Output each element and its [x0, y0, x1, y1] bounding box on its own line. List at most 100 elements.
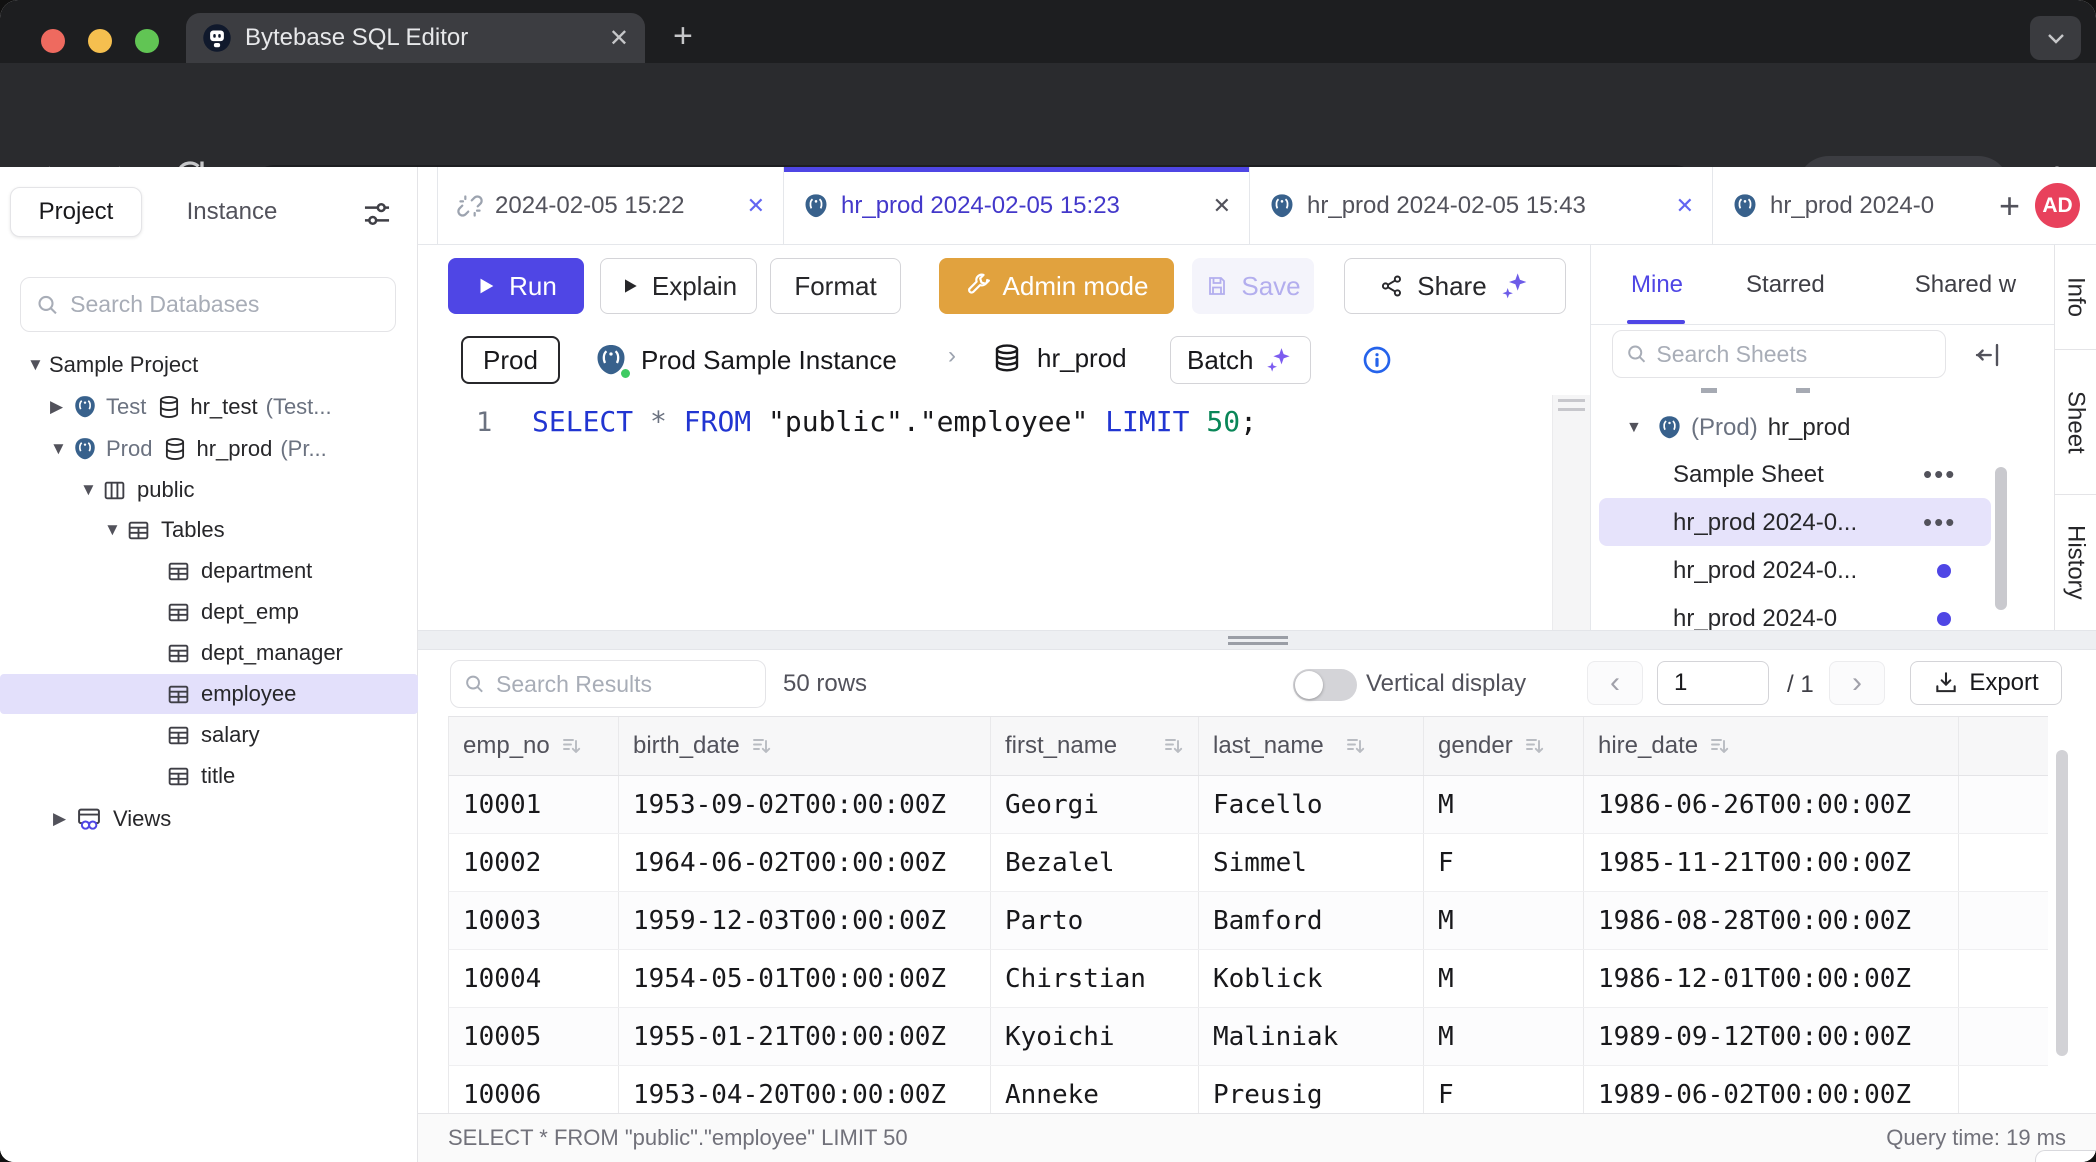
sheet-item-sample[interactable]: Sample Sheet •••: [1591, 452, 2011, 497]
cell-gender[interactable]: M: [1424, 776, 1584, 833]
column-header[interactable]: gender: [1424, 717, 1584, 775]
cell-first-name[interactable]: Chirstian: [991, 950, 1199, 1007]
sort-icon[interactable]: [1162, 734, 1186, 758]
caret-right-icon[interactable]: ▶: [53, 809, 75, 829]
table-row[interactable]: 10002 1964-06-02T00:00:00Z Bezalel Simme…: [448, 834, 2048, 892]
strip-tab-info[interactable]: Info: [2055, 245, 2096, 350]
strip-tab-history[interactable]: History: [2055, 495, 2096, 629]
sort-icon[interactable]: [560, 734, 584, 758]
cell-hire-date[interactable]: 1986-12-01T00:00:00Z: [1584, 950, 1959, 1007]
results-search[interactable]: [450, 660, 766, 708]
collapse-panel-icon[interactable]: [1972, 340, 2002, 370]
cell-emp-no[interactable]: 10003: [449, 892, 619, 949]
add-sheet-button[interactable]: +: [1999, 188, 2020, 224]
sheet-search[interactable]: [1612, 330, 1946, 378]
sheet-tab-2-active[interactable]: hr_prod 2024-02-05 15:23 ✕: [784, 167, 1250, 244]
sort-icon[interactable]: [1708, 734, 1732, 758]
sort-icon[interactable]: [1523, 734, 1547, 758]
sql-code-editor[interactable]: 1 SELECT * FROM "public"."employee" LIMI…: [418, 395, 1590, 630]
cell-last-name[interactable]: Simmel: [1199, 834, 1424, 891]
table-row[interactable]: 10003 1959-12-03T00:00:00Z Parto Bamford…: [448, 892, 2048, 950]
caret-down-icon[interactable]: ▼: [27, 355, 49, 375]
tree-item-prod-db[interactable]: ▼ Prod hr_prod (Pr...: [0, 429, 418, 469]
table-row[interactable]: 10005 1955-01-21T00:00:00Z Kyoichi Malin…: [448, 1008, 2048, 1066]
cell-last-name[interactable]: Facello: [1199, 776, 1424, 833]
cell-emp-no[interactable]: 10002: [449, 834, 619, 891]
cell-birth-date[interactable]: 1959-12-03T00:00:00Z: [619, 892, 991, 949]
sidebar-tab-project[interactable]: Project: [10, 187, 142, 237]
cell-last-name[interactable]: Bamford: [1199, 892, 1424, 949]
column-header[interactable]: last_name: [1199, 717, 1424, 775]
sheet-item-4-partial[interactable]: hr_prod 2024-0: [1591, 596, 2011, 630]
caret-down-icon[interactable]: ▼: [1626, 419, 1656, 437]
table-row[interactable]: 10004 1954-05-01T00:00:00Z Chirstian Kob…: [448, 950, 2048, 1008]
tree-item-schema-public[interactable]: ▼ public: [0, 470, 418, 510]
explain-button[interactable]: Explain: [600, 258, 757, 314]
database-search[interactable]: [20, 277, 396, 332]
drag-handle[interactable]: [1228, 636, 1288, 645]
cell-last-name[interactable]: Maliniak: [1199, 1008, 1424, 1065]
batch-button[interactable]: Batch: [1170, 336, 1311, 384]
cell-first-name[interactable]: Kyoichi: [991, 1008, 1199, 1065]
sheet-tab-1[interactable]: 2024-02-05 15:22 ✕: [437, 167, 784, 244]
caret-down-icon[interactable]: ▼: [50, 439, 72, 459]
cell-hire-date[interactable]: 1986-06-26T00:00:00Z: [1584, 776, 1959, 833]
sheet-group-hr-prod[interactable]: ▼ (Prod) hr_prod: [1591, 405, 2011, 450]
tree-item-table-employee[interactable]: employee: [0, 674, 418, 714]
instance-breadcrumb[interactable]: Prod Sample Instance: [593, 342, 897, 378]
editor-scrollbar[interactable]: [1552, 395, 1590, 630]
environment-chip[interactable]: Prod: [461, 336, 560, 384]
cell-hire-date[interactable]: 1986-08-28T00:00:00Z: [1584, 892, 1959, 949]
sort-icon[interactable]: [750, 734, 774, 758]
close-tab-icon[interactable]: ✕: [1213, 193, 1231, 219]
tree-item-table-dept-emp[interactable]: dept_emp: [0, 592, 418, 632]
cell-emp-no[interactable]: 10005: [449, 1008, 619, 1065]
filter-settings-icon[interactable]: [360, 197, 394, 231]
window-minimize-button[interactable]: [88, 29, 112, 53]
cell-hire-date[interactable]: 1989-09-12T00:00:00Z: [1584, 1008, 1959, 1065]
browser-tab[interactable]: Bytebase SQL Editor ✕: [186, 13, 645, 63]
export-button[interactable]: Export: [1910, 661, 2062, 705]
cell-gender[interactable]: F: [1424, 834, 1584, 891]
run-button[interactable]: Run: [448, 258, 584, 314]
tab-close-icon[interactable]: ✕: [609, 24, 629, 53]
tree-item-table-salary[interactable]: salary: [0, 715, 418, 755]
tree-item-table-title[interactable]: title: [0, 756, 418, 796]
pane-resize-divider[interactable]: [418, 630, 2096, 650]
cell-gender[interactable]: M: [1424, 950, 1584, 1007]
sheet-item-3[interactable]: hr_prod 2024-0...: [1591, 548, 2011, 593]
tree-item-project[interactable]: ▼ Sample Project: [0, 345, 418, 385]
column-header[interactable]: first_name: [991, 717, 1199, 775]
sheet-tab-4[interactable]: hr_prod 2024-0: [1713, 167, 1985, 244]
prev-page-button[interactable]: ‹: [1587, 661, 1643, 705]
close-tab-icon[interactable]: ✕: [1676, 193, 1694, 219]
cell-last-name[interactable]: Koblick: [1199, 950, 1424, 1007]
table-row[interactable]: 10001 1953-09-02T00:00:00Z Georgi Facell…: [448, 776, 2048, 834]
sheet-item-active[interactable]: hr_prod 2024-0... •••: [1591, 500, 2011, 545]
tree-item-views-group[interactable]: ▶ Views: [0, 799, 418, 839]
tree-item-table-department[interactable]: department: [0, 551, 418, 591]
cell-gender[interactable]: M: [1424, 1008, 1584, 1065]
tree-item-test-db[interactable]: ▶ Test hr_test (Test...: [0, 387, 418, 427]
tab-search-chevron-button[interactable]: [2030, 16, 2081, 60]
next-page-button[interactable]: ›: [1829, 661, 1885, 705]
user-avatar[interactable]: AD: [2035, 183, 2080, 228]
close-tab-icon[interactable]: ✕: [747, 193, 765, 219]
format-button[interactable]: Format: [770, 258, 901, 314]
column-header[interactable]: emp_no: [449, 717, 619, 775]
page-number-input[interactable]: [1657, 661, 1769, 705]
tree-item-tables-group[interactable]: ▼ Tables: [0, 510, 418, 550]
window-close-button[interactable]: [41, 29, 65, 53]
cell-birth-date[interactable]: 1953-09-02T00:00:00Z: [619, 776, 991, 833]
tree-item-table-dept-manager[interactable]: dept_manager: [0, 633, 418, 673]
sheet-list-scrollbar[interactable]: [1995, 467, 2007, 610]
tab-shared-with-me[interactable]: Shared w: [1915, 271, 2016, 299]
cell-hire-date[interactable]: 1985-11-21T00:00:00Z: [1584, 834, 1959, 891]
floating-widget-sliver[interactable]: [2035, 1150, 2096, 1162]
results-scrollbar[interactable]: [2056, 750, 2068, 1056]
results-search-input[interactable]: [496, 671, 753, 698]
database-breadcrumb[interactable]: hr_prod: [991, 342, 1127, 374]
cell-emp-no[interactable]: 10001: [449, 776, 619, 833]
cell-birth-date[interactable]: 1964-06-02T00:00:00Z: [619, 834, 991, 891]
sheet-search-input[interactable]: [1656, 341, 1933, 368]
